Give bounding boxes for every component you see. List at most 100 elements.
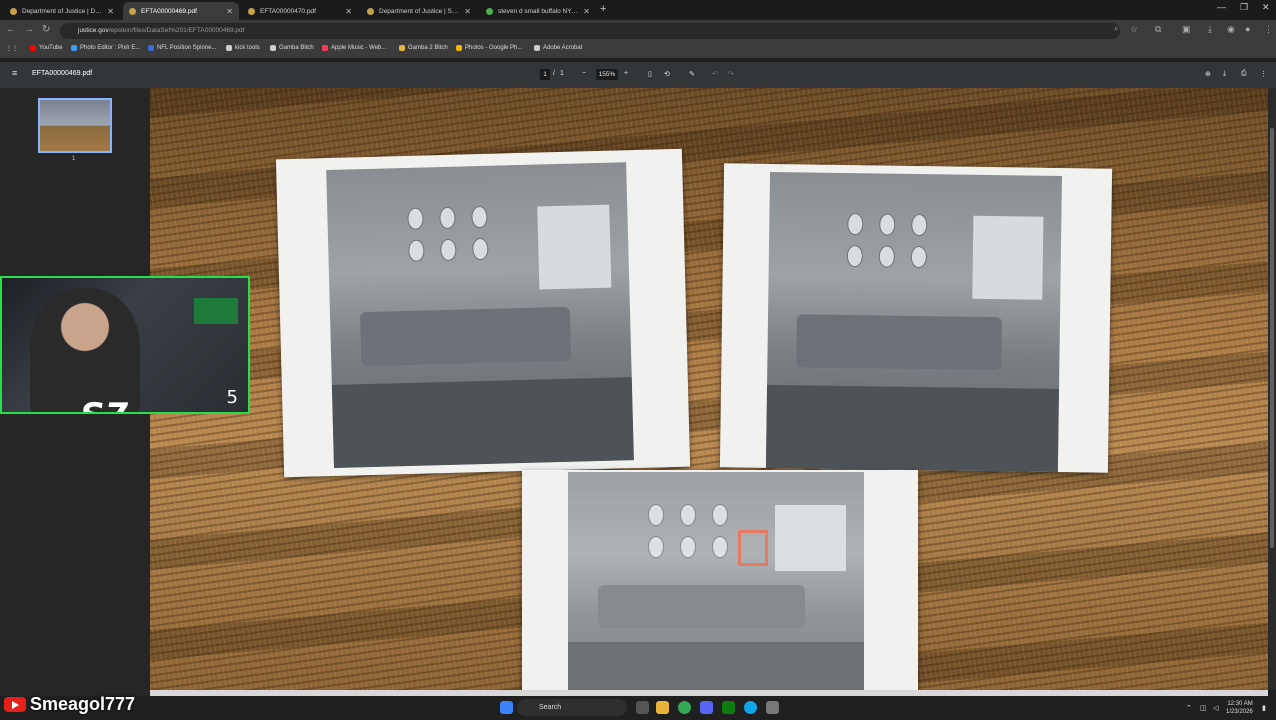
- system-clock[interactable]: 12:30 AM 1/23/2026: [1226, 700, 1253, 716]
- chrome-icon[interactable]: [678, 701, 691, 714]
- bookmark-nfl[interactable]: NFL Position Spinne...: [148, 45, 216, 51]
- fit-page-icon[interactable]: ▯: [648, 70, 652, 78]
- bookmark-apple-music[interactable]: Apple Music - Web...: [322, 45, 386, 51]
- forward-icon[interactable]: →: [24, 24, 34, 35]
- scrollbar-thumb[interactable]: [1270, 128, 1274, 548]
- volume-icon[interactable]: ◁: [1213, 704, 1218, 712]
- apple-music-icon: [322, 45, 328, 51]
- xbox-icon[interactable]: [722, 701, 735, 714]
- more-options-icon[interactable]: ⋮: [1260, 70, 1267, 78]
- tray-chevron-icon[interactable]: ⌃: [1186, 704, 1192, 712]
- close-icon[interactable]: ✕: [583, 7, 590, 16]
- annotate-icon[interactable]: ✎: [689, 70, 695, 78]
- tab-efta469[interactable]: EFTA00000469.pdf ✕: [123, 2, 239, 20]
- channel-logo: S7: [80, 396, 128, 412]
- window-close-icon[interactable]: ✕: [1262, 2, 1270, 13]
- tab-title: EFTA00000469.pdf: [141, 7, 197, 15]
- tab-favicon-icon: [367, 7, 374, 15]
- back-icon[interactable]: ←: [6, 24, 16, 35]
- url-host: justice.gov: [78, 27, 109, 34]
- clock-time: 12:30 AM: [1227, 701, 1253, 707]
- bookmark-gamba[interactable]: Gamba Bitch: [270, 45, 314, 51]
- downloads-icon[interactable]: ⤓: [1208, 24, 1212, 35]
- page-separator: /: [553, 70, 555, 77]
- tab-efta470[interactable]: EFTA00000470.pdf ✕: [242, 2, 358, 20]
- search-placeholder: Search: [539, 704, 562, 711]
- bookmark-google-photos[interactable]: Photos - Google Ph...: [456, 45, 522, 51]
- room-photo: [765, 171, 1062, 472]
- undo-icon[interactable]: ↶: [712, 70, 718, 78]
- url-path: /epstein/files/DataSet%201/EFTA00000469.…: [108, 27, 245, 34]
- zoom-in-button[interactable]: +: [624, 70, 628, 77]
- mirror: [440, 238, 457, 262]
- print-icon[interactable]: ⎙: [1241, 70, 1247, 78]
- mirror: [439, 206, 456, 230]
- sofa: [796, 314, 1002, 371]
- zoom-lens-icon[interactable]: ⌕: [1114, 24, 1118, 34]
- bookmark-label: Gamba Bitch: [279, 45, 314, 51]
- extensions-icon[interactable]: ⧉: [1155, 24, 1161, 35]
- sidepanel-icon[interactable]: ▣: [1182, 24, 1191, 35]
- tab-favicon-icon: [10, 7, 17, 15]
- zoom-level-input[interactable]: 155%: [596, 69, 618, 80]
- mirror: [910, 245, 928, 269]
- tab-favicon-icon: [486, 7, 493, 15]
- discord-icon[interactable]: [700, 701, 713, 714]
- url-field[interactable]: justice.gov/epstein/files/DataSet%201/EF…: [60, 23, 1120, 39]
- page-number-input[interactable]: 1: [540, 69, 550, 80]
- mirror: [846, 245, 864, 268]
- bookmark-adobe-acrobat[interactable]: Adobe Acrobat: [534, 45, 582, 51]
- redo-icon[interactable]: ↷: [728, 70, 734, 78]
- mirror: [878, 245, 896, 268]
- task-view-icon[interactable]: [636, 701, 649, 714]
- maximize-icon[interactable]: ❐: [1240, 2, 1248, 13]
- app-icon[interactable]: [766, 701, 779, 714]
- mirror: [680, 536, 696, 558]
- rotate-icon[interactable]: ⟲: [664, 70, 670, 78]
- account-icon[interactable]: ◉: [1227, 24, 1235, 35]
- close-icon[interactable]: ✕: [464, 7, 471, 16]
- profile-icon[interactable]: ●: [1245, 24, 1250, 34]
- mirror: [648, 504, 664, 526]
- apps-icon[interactable]: ⋮⋮: [6, 45, 18, 52]
- printed-photo-3: [522, 470, 918, 690]
- tab-title: EFTA00000470.pdf: [260, 7, 316, 15]
- zoom-out-button[interactable]: −: [582, 70, 586, 77]
- save-annotations-icon[interactable]: ⊕: [1205, 70, 1211, 78]
- tab-doj-search[interactable]: Department of Justice | Search ✕: [361, 2, 477, 20]
- thumbnail-page-number: 1: [72, 156, 76, 162]
- taskbar-search[interactable]: Search: [517, 699, 627, 716]
- pdf-filename: EFTA00000469.pdf: [32, 70, 93, 77]
- bookmark-pixlr[interactable]: Photo Editor : Pixlr E...: [71, 45, 140, 51]
- tab-google-search[interactable]: steven d small buffalo NY - G ✕: [480, 2, 596, 20]
- floor: [765, 385, 1060, 472]
- youtube-icon: [30, 45, 36, 51]
- page-thumbnail[interactable]: [38, 98, 112, 153]
- mirror: [911, 213, 928, 237]
- close-icon[interactable]: ✕: [226, 7, 233, 16]
- bookmark-youtube[interactable]: YouTube: [30, 45, 63, 51]
- close-icon[interactable]: ✕: [107, 7, 114, 16]
- file-explorer-icon[interactable]: [656, 701, 669, 714]
- minimize-icon[interactable]: —: [1217, 2, 1226, 12]
- reload-icon[interactable]: ↻: [42, 24, 50, 35]
- bookmark-kick-tools[interactable]: kick tools: [226, 45, 260, 51]
- edge-icon[interactable]: [744, 701, 757, 714]
- mirror: [407, 207, 424, 230]
- google-photos-icon: [456, 45, 462, 51]
- folder-icon: [226, 45, 232, 51]
- download-icon[interactable]: ⤓: [1223, 70, 1226, 78]
- vertical-scrollbar[interactable]: [1268, 88, 1276, 690]
- menu-icon[interactable]: ⋮: [1264, 24, 1273, 35]
- bookmark-star-icon[interactable]: ☆: [1130, 24, 1138, 35]
- notification-icon[interactable]: ▮: [1262, 704, 1266, 712]
- bookmark-gamba-2[interactable]: Gamba 2 Bitch: [399, 45, 448, 51]
- room-photo: [326, 162, 634, 468]
- network-icon[interactable]: ◫: [1200, 704, 1207, 712]
- close-icon[interactable]: ✕: [345, 7, 352, 16]
- tab-doj-data[interactable]: Department of Justice | Data S ✕: [4, 2, 120, 20]
- sidebar-menu-icon[interactable]: ≡: [12, 68, 17, 78]
- mirror: [847, 213, 864, 236]
- new-tab-button[interactable]: +: [600, 3, 606, 15]
- start-icon[interactable]: [500, 701, 513, 714]
